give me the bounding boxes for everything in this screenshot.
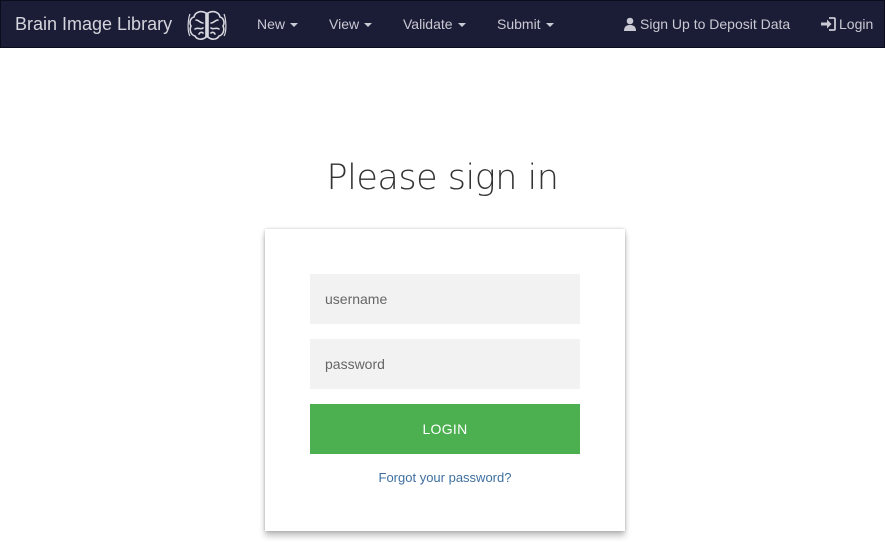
- nav-view-label: View: [329, 16, 360, 32]
- signup-link[interactable]: Sign Up to Deposit Data: [623, 16, 790, 32]
- caret-down-icon: [364, 23, 373, 28]
- user-icon: [624, 17, 636, 31]
- caret-down-icon: [290, 23, 299, 28]
- brain-icon[interactable]: [187, 8, 227, 42]
- nav-validate-dropdown[interactable]: Validate: [403, 16, 466, 32]
- page-title: Please sign in: [326, 158, 559, 198]
- nav-validate-label: Validate: [403, 16, 453, 32]
- caret-down-icon: [457, 23, 466, 28]
- login-button[interactable]: LOGIN: [310, 404, 580, 454]
- username-input[interactable]: [310, 274, 580, 324]
- nav-new-label: New: [257, 16, 286, 32]
- nav-submit-dropdown[interactable]: Submit: [497, 16, 554, 32]
- forgot-password-link[interactable]: Forgot your password?: [265, 470, 625, 485]
- nav-new-dropdown[interactable]: New: [257, 16, 299, 32]
- caret-down-icon: [545, 23, 554, 28]
- nav-view-dropdown[interactable]: View: [329, 16, 373, 32]
- brand-link[interactable]: Brain Image Library: [15, 13, 172, 35]
- login-card: LOGIN Forgot your password?: [265, 229, 625, 531]
- login-label: Login: [839, 16, 874, 32]
- login-link[interactable]: Login: [821, 16, 873, 32]
- sign-in-icon: [821, 17, 836, 31]
- signup-label: Sign Up to Deposit Data: [640, 16, 791, 32]
- password-input[interactable]: [310, 339, 580, 389]
- nav-submit-label: Submit: [497, 16, 541, 32]
- top-navbar: Brain Image Library New View Validate Su…: [0, 0, 885, 48]
